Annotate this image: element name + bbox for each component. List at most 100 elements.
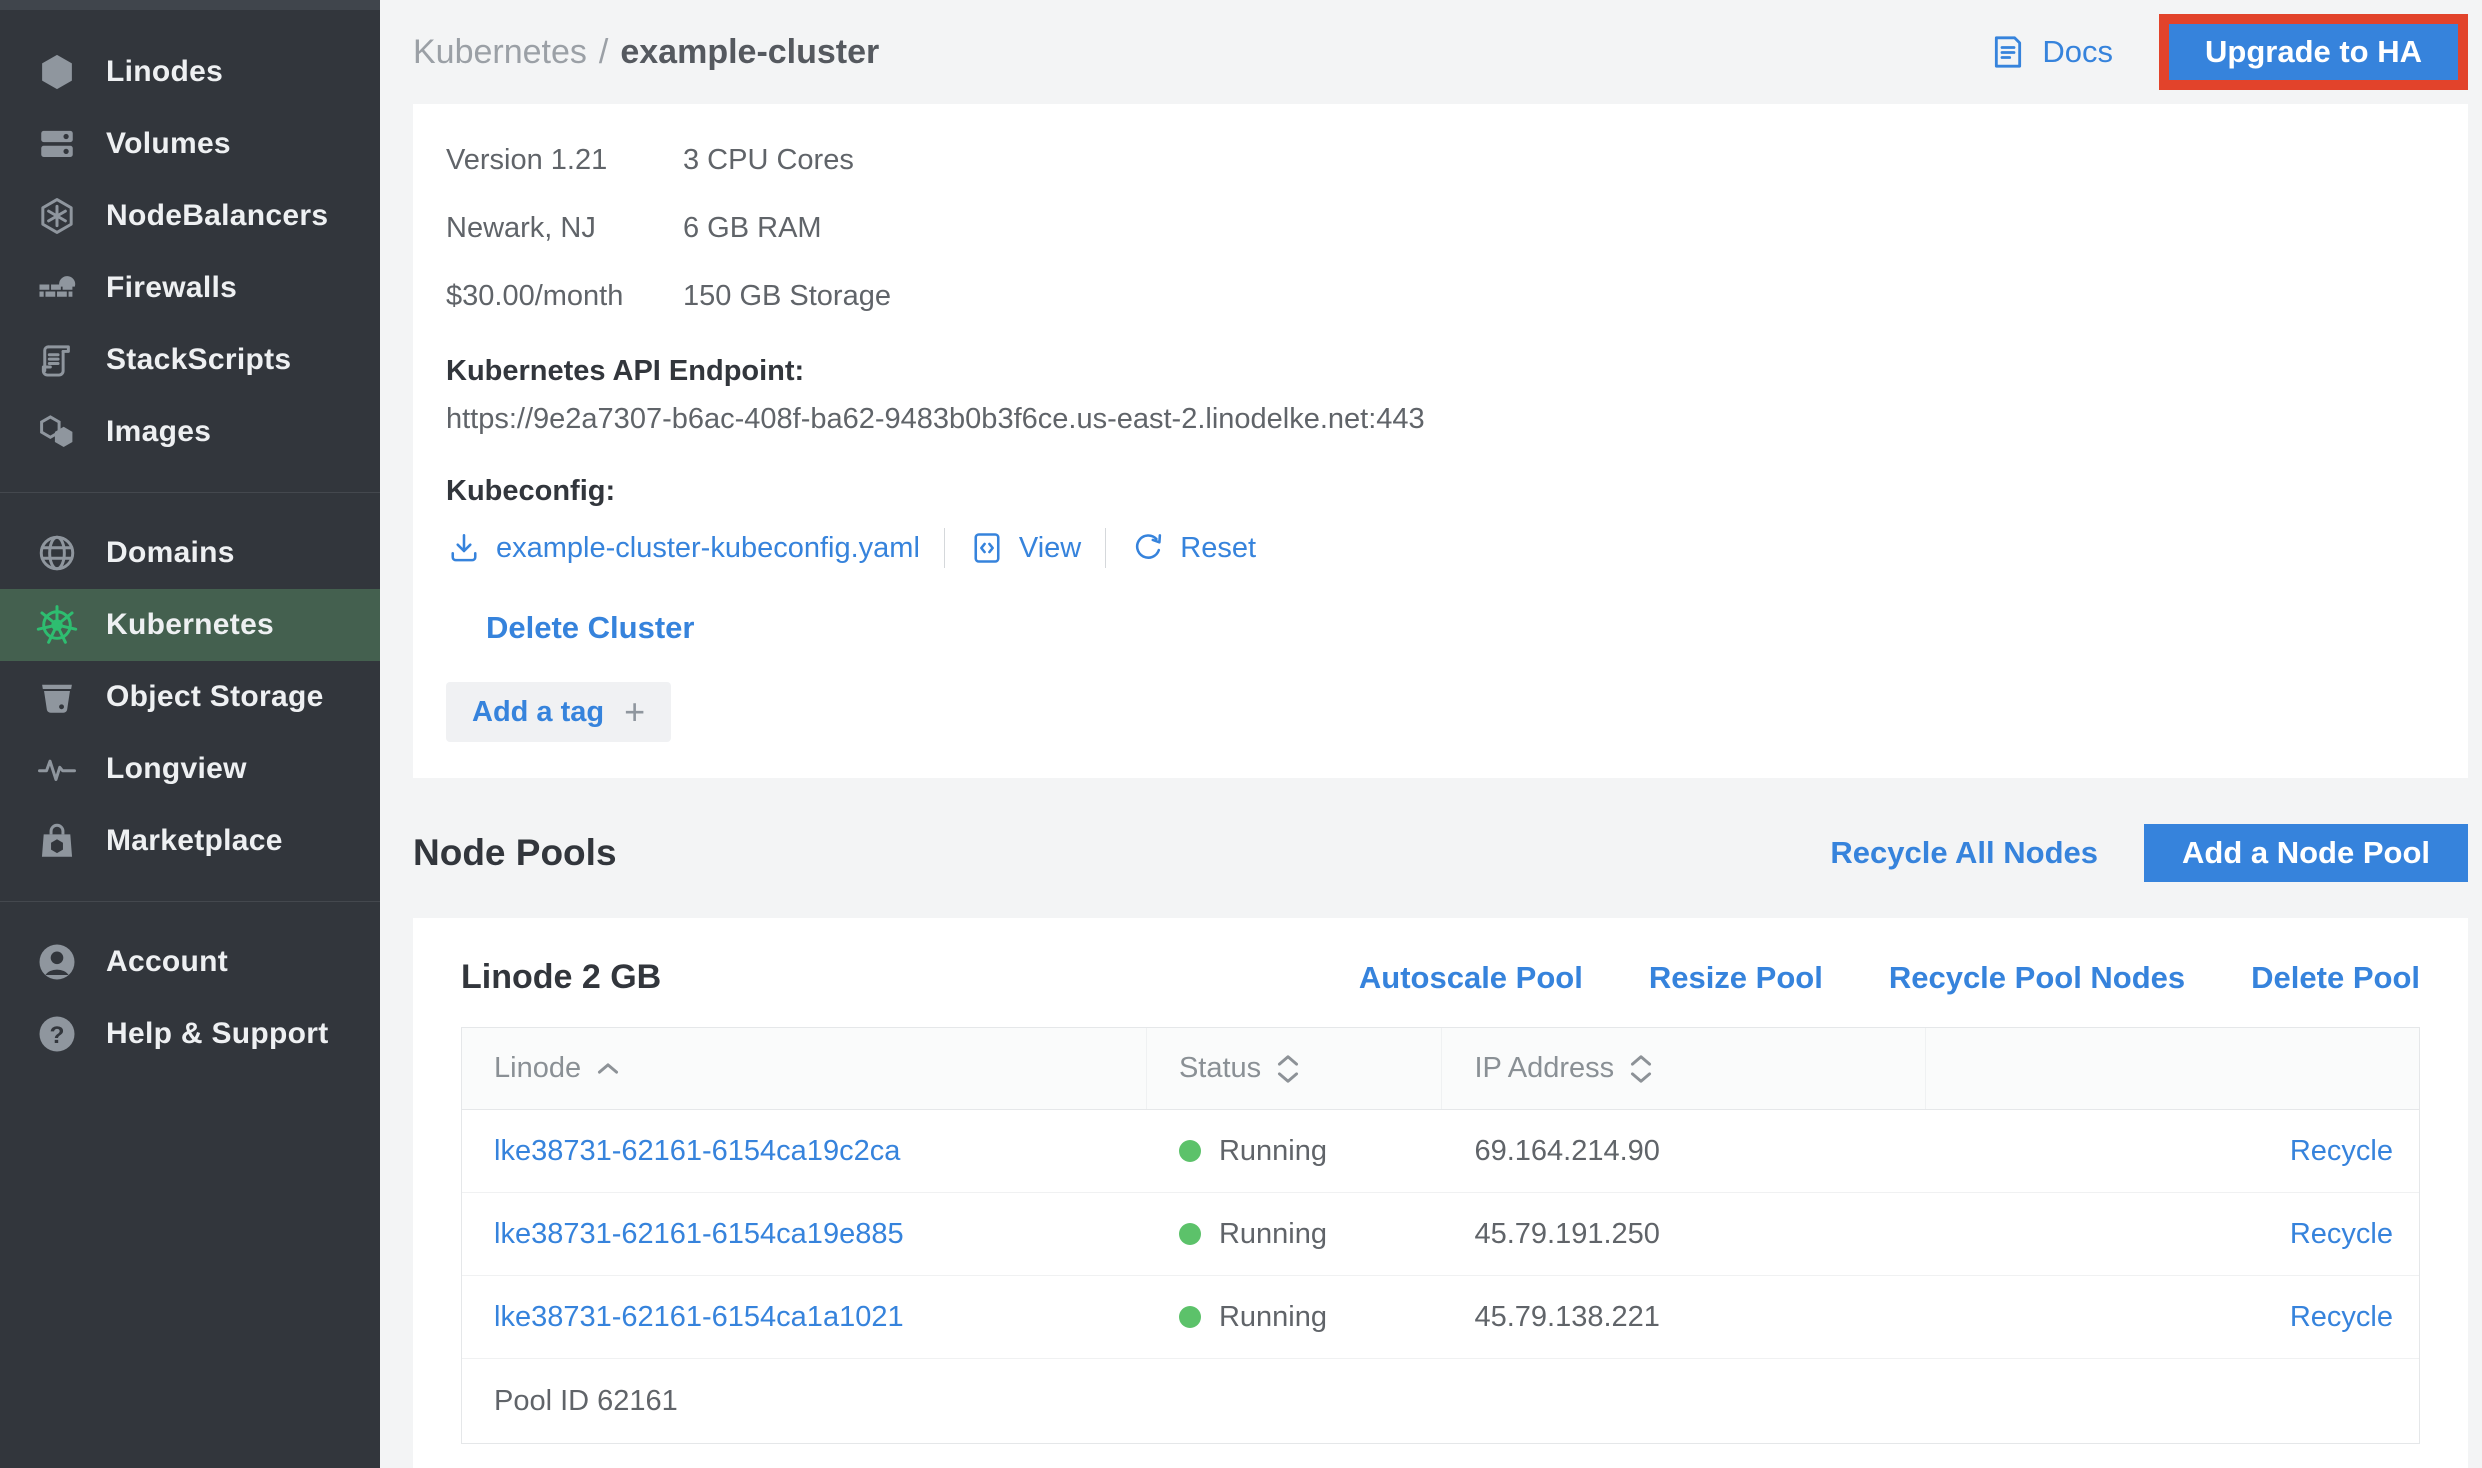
delete-pool-link[interactable]: Delete Pool: [2251, 960, 2420, 996]
node-status: Running: [1147, 1193, 1443, 1275]
column-label: IP Address: [1474, 1052, 1614, 1085]
column-header-linode[interactable]: Linode: [462, 1028, 1147, 1109]
node-link[interactable]: lke38731-62161-6154ca1a1021: [462, 1276, 1147, 1358]
images-icon: [34, 409, 80, 455]
sidebar-item-label: Kubernetes: [106, 608, 274, 642]
status-running-icon: [1179, 1140, 1201, 1162]
marketplace-icon: [34, 818, 80, 864]
kubeconfig-download-link[interactable]: example-cluster-kubeconfig.yaml: [446, 530, 920, 566]
column-label: Status: [1179, 1052, 1261, 1085]
cluster-summary-card: Version 1.21 3 CPU Cores Newark, NJ 6 GB…: [413, 104, 2468, 778]
api-endpoint-label: Kubernetes API Endpoint:: [446, 354, 2428, 388]
pool-name: Linode 2 GB: [461, 958, 661, 997]
spec-cpu: 3 CPU Cores: [683, 144, 891, 176]
sidebar-item-stackscripts[interactable]: StackScripts: [0, 324, 380, 396]
node-pools-header: Node Pools Recycle All Nodes Add a Node …: [413, 808, 2468, 898]
node-row: lke38731-62161-6154ca1a1021 Running 45.7…: [462, 1276, 2419, 1359]
node-row: lke38731-62161-6154ca19c2ca Running 69.1…: [462, 1110, 2419, 1193]
volumes-icon: [34, 121, 80, 167]
account-icon: [34, 939, 80, 985]
pool-actions: Autoscale Pool Resize Pool Recycle Pool …: [1359, 960, 2420, 996]
sidebar-item-firewalls[interactable]: Firewalls: [0, 252, 380, 324]
spec-region: Newark, NJ: [446, 212, 683, 244]
resize-pool-link[interactable]: Resize Pool: [1649, 960, 1823, 996]
sidebar-item-volumes[interactable]: Volumes: [0, 108, 380, 180]
sidebar-item-marketplace[interactable]: Marketplace: [0, 805, 380, 877]
column-header-ip-address[interactable]: IP Address: [1442, 1028, 1925, 1109]
docs-link[interactable]: Docs: [1988, 32, 2113, 72]
breadcrumb-section-link[interactable]: Kubernetes: [413, 33, 587, 72]
kubeconfig-view-link[interactable]: View: [969, 530, 1081, 566]
sidebar-top-strip: [0, 0, 380, 10]
sidebar-item-label: Object Storage: [106, 680, 324, 714]
sidebar-item-domains[interactable]: Domains: [0, 517, 380, 589]
upgrade-to-ha-button[interactable]: Upgrade to HA: [2169, 24, 2458, 80]
pool-id-row: Pool ID 62161: [462, 1359, 2419, 1443]
node-status: Running: [1147, 1276, 1443, 1358]
node-pool-card: Linode 2 GB Autoscale Pool Resize Pool R…: [413, 918, 2468, 1468]
sidebar-item-label: StackScripts: [106, 343, 291, 377]
add-tag-button[interactable]: Add a tag +: [446, 682, 671, 742]
sidebar-item-account[interactable]: Account: [0, 926, 380, 998]
autoscale-pool-link[interactable]: Autoscale Pool: [1359, 960, 1583, 996]
view-code-icon: [969, 530, 1005, 566]
kubeconfig-reset-link[interactable]: Reset: [1130, 530, 1256, 566]
recycle-pool-nodes-link[interactable]: Recycle Pool Nodes: [1889, 960, 2185, 996]
sidebar-divider: [0, 492, 380, 493]
status-label: Running: [1219, 1135, 1327, 1168]
sort-both-icon: [1630, 1053, 1652, 1085]
svg-text:?: ?: [50, 1022, 65, 1049]
sidebar-item-images[interactable]: Images: [0, 396, 380, 468]
kubeconfig-filename: example-cluster-kubeconfig.yaml: [496, 532, 920, 565]
separator: [944, 528, 945, 568]
recycle-node-link[interactable]: Recycle: [2290, 1135, 2393, 1168]
api-endpoint-value: https://9e2a7307-b6ac-408f-ba62-9483b0b3…: [446, 402, 2428, 436]
recycle-all-nodes-link[interactable]: Recycle All Nodes: [1830, 835, 2098, 871]
status-label: Running: [1219, 1218, 1327, 1251]
sidebar-item-object-storage[interactable]: Object Storage: [0, 661, 380, 733]
spec-price: $30.00/month: [446, 280, 683, 312]
sidebar-item-label: Linodes: [106, 55, 223, 89]
node-table: Linode Status IP Address lke38731-62161-…: [461, 1027, 2420, 1444]
sidebar-item-label: Account: [106, 945, 228, 979]
sidebar-item-nodebalancers[interactable]: NodeBalancers: [0, 180, 380, 252]
node-link[interactable]: lke38731-62161-6154ca19c2ca: [462, 1110, 1147, 1192]
topbar-actions: Docs Upgrade to HA: [1988, 14, 2468, 90]
object-storage-icon: [34, 674, 80, 720]
pool-header: Linode 2 GB Autoscale Pool Resize Pool R…: [461, 958, 2420, 997]
topbar: Kubernetes / example-cluster Docs Upgrad…: [413, 0, 2468, 104]
node-ip: 69.164.214.90: [1442, 1110, 1925, 1192]
sidebar-item-label: Longview: [106, 752, 247, 786]
sidebar: Linodes Volumes NodeBalancers Firewalls: [0, 0, 380, 1468]
breadcrumb: Kubernetes / example-cluster: [413, 33, 879, 72]
kubeconfig-row: example-cluster-kubeconfig.yaml View Res…: [446, 524, 2428, 572]
docs-label: Docs: [2042, 34, 2113, 70]
sidebar-item-help-support[interactable]: ? Help & Support: [0, 998, 380, 1070]
plus-icon: +: [624, 694, 645, 730]
sidebar-item-longview[interactable]: Longview: [0, 733, 380, 805]
reset-label: Reset: [1180, 532, 1256, 565]
cluster-specs: Version 1.21 3 CPU Cores Newark, NJ 6 GB…: [446, 144, 891, 312]
sidebar-item-label: Marketplace: [106, 824, 283, 858]
recycle-node-link[interactable]: Recycle: [2290, 1218, 2393, 1251]
reset-icon: [1130, 530, 1166, 566]
nodebalancers-icon: [34, 193, 80, 239]
sidebar-item-kubernetes[interactable]: Kubernetes: [0, 589, 380, 661]
node-link[interactable]: lke38731-62161-6154ca19e885: [462, 1193, 1147, 1275]
longview-icon: [34, 746, 80, 792]
column-header-actions: [1926, 1028, 2419, 1109]
domains-icon: [34, 530, 80, 576]
node-pools-title: Node Pools: [413, 832, 617, 874]
sort-both-icon: [1277, 1053, 1299, 1085]
upgrade-highlight-box: Upgrade to HA: [2159, 14, 2468, 90]
node-ip: 45.79.138.221: [1442, 1276, 1925, 1358]
sidebar-item-label: Volumes: [106, 127, 231, 161]
table-header-row: Linode Status IP Address: [462, 1028, 2419, 1110]
delete-cluster-button[interactable]: Delete Cluster: [486, 610, 694, 646]
spec-version: Version 1.21: [446, 144, 683, 176]
recycle-node-link[interactable]: Recycle: [2290, 1301, 2393, 1334]
sidebar-item-linodes[interactable]: Linodes: [0, 36, 380, 108]
status-label: Running: [1219, 1301, 1327, 1334]
add-node-pool-button[interactable]: Add a Node Pool: [2144, 824, 2468, 882]
column-header-status[interactable]: Status: [1147, 1028, 1443, 1109]
